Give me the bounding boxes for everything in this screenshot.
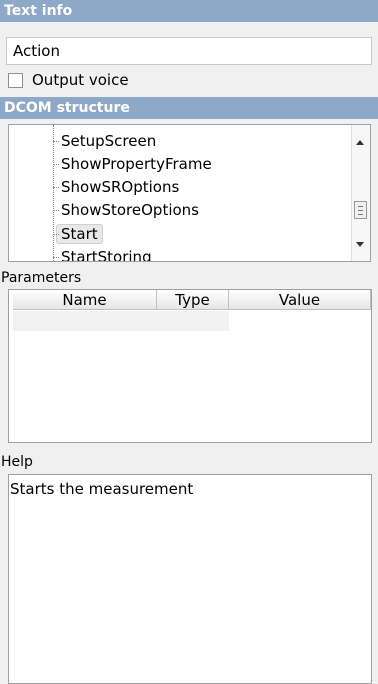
scroll-down-icon[interactable] xyxy=(356,242,364,247)
action-field[interactable]: Action xyxy=(6,37,372,65)
column-header-type[interactable]: Type xyxy=(157,290,229,310)
table-row[interactable] xyxy=(13,311,229,331)
tree-item-showpropertyframe[interactable]: ShowPropertyFrame xyxy=(53,153,212,175)
column-header-name[interactable]: Name xyxy=(13,290,157,310)
tree-scrollbar[interactable] xyxy=(351,125,370,261)
tree-item-showsroptions[interactable]: ShowSROptions xyxy=(53,176,179,198)
scroll-thumb[interactable] xyxy=(354,201,367,219)
dcom-tree[interactable]: SetupScreen ShowPropertyFrame ShowSROpti… xyxy=(8,124,371,262)
tree-item-setupscreen[interactable]: SetupScreen xyxy=(53,130,156,152)
text-info-header: Text info xyxy=(0,0,378,22)
output-voice-label: Output voice xyxy=(32,71,129,89)
tree-item-startstoring[interactable]: StartStoring xyxy=(53,246,152,261)
parameters-label: Parameters xyxy=(1,270,82,286)
tree-guide-line xyxy=(53,125,54,261)
tree-item-start[interactable]: Start xyxy=(53,223,103,245)
parameters-table[interactable]: Name Type Value xyxy=(8,289,372,443)
action-value: Action xyxy=(13,42,60,60)
help-text: Starts the measurement xyxy=(10,480,194,498)
tree-item-showstoreoptions[interactable]: ShowStoreOptions xyxy=(53,199,199,221)
column-header-value[interactable]: Value xyxy=(229,290,371,310)
help-label: Help xyxy=(1,454,33,470)
scroll-up-icon[interactable] xyxy=(356,140,364,145)
dcom-structure-header: DCOM structure xyxy=(0,97,378,119)
help-box: Starts the measurement xyxy=(8,474,372,684)
output-voice-checkbox[interactable] xyxy=(8,73,23,88)
